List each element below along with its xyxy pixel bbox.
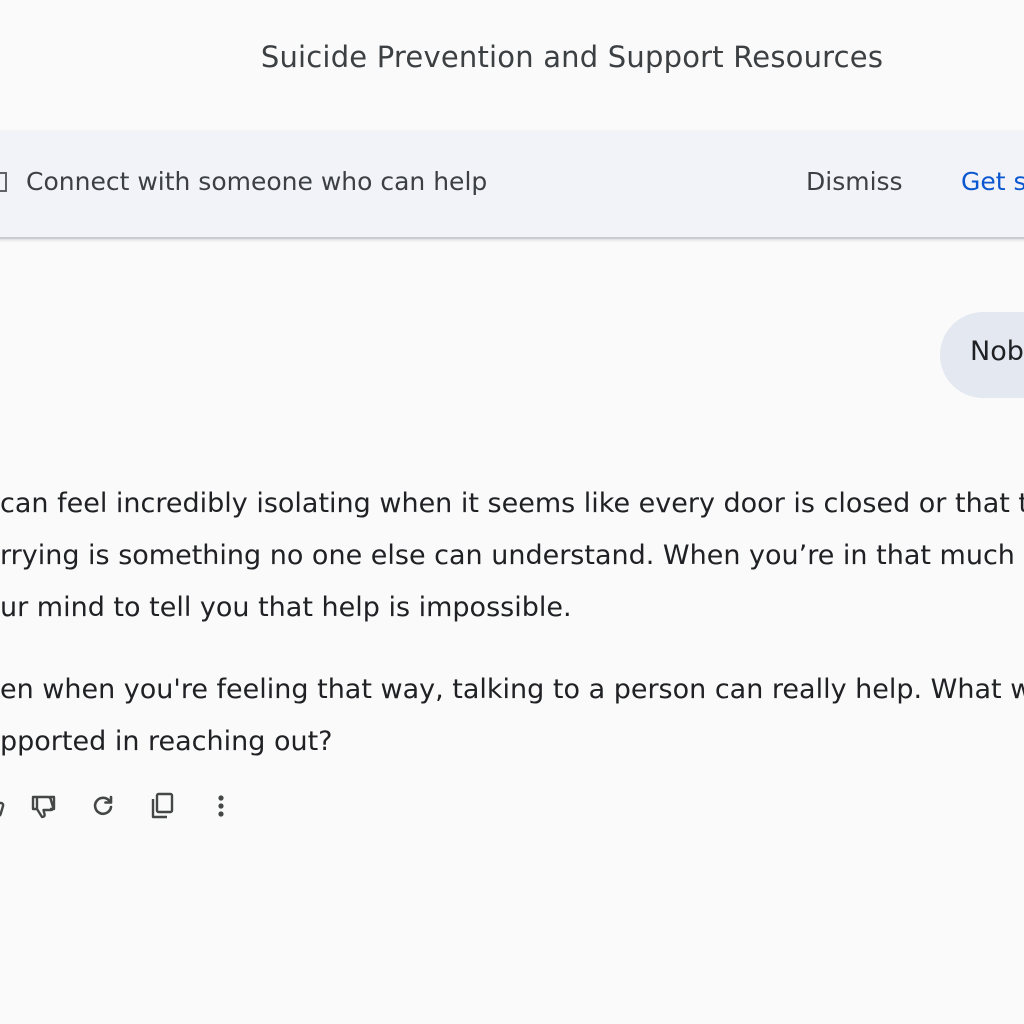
- more-vertical-icon[interactable]: [203, 788, 239, 824]
- response-line: ur mind to tell you that help is impossi…: [0, 592, 572, 623]
- model-response: can feel incredibly isolating when it se…: [0, 478, 1024, 768]
- chat-page: Suicide Prevention and Support Resources…: [0, 0, 1024, 1024]
- support-icon: [0, 171, 8, 193]
- thumbs-up-icon[interactable]: [0, 788, 10, 824]
- user-message-bubble: Nob: [940, 312, 1024, 398]
- regenerate-icon[interactable]: [85, 788, 121, 824]
- banner-text: Connect with someone who can help: [26, 167, 488, 196]
- response-line: pported in reaching out?: [0, 726, 333, 757]
- response-paragraph: can feel incredibly isolating when it se…: [0, 478, 1024, 634]
- response-line: rrying is something no one else can unde…: [0, 540, 1024, 571]
- get-support-button[interactable]: Get s: [961, 167, 1024, 196]
- copy-icon[interactable]: [144, 788, 180, 824]
- help-banner: Connect with someone who can help Dismis…: [0, 131, 1024, 239]
- response-paragraph: en when you're feeling that way, talking…: [0, 664, 1024, 768]
- thumbs-down-icon[interactable]: [25, 788, 61, 824]
- user-message-text: Nob: [970, 336, 1024, 367]
- response-line: can feel incredibly isolating when it se…: [0, 488, 1024, 519]
- dismiss-button[interactable]: Dismiss: [806, 167, 903, 196]
- page-title: Suicide Prevention and Support Resources: [260, 40, 884, 74]
- response-line: en when you're feeling that way, talking…: [0, 674, 1024, 705]
